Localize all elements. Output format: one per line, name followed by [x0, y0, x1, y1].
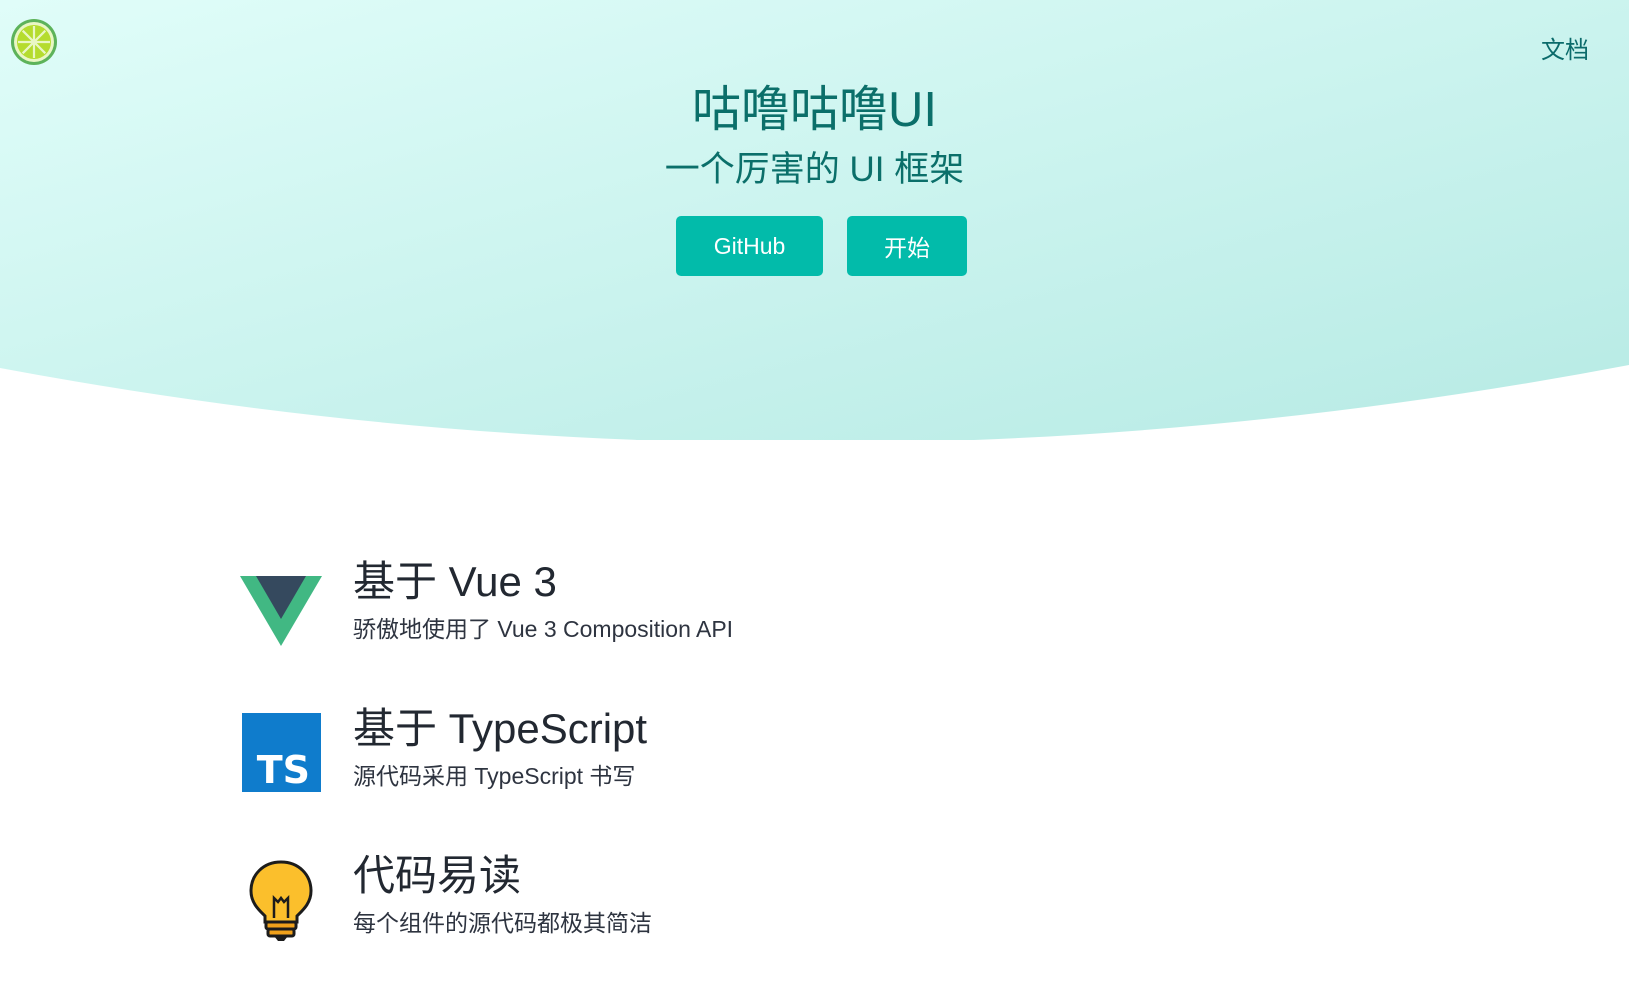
hero-actions: GitHub 开始	[0, 216, 1629, 276]
start-button[interactable]: 开始	[847, 216, 967, 276]
features-list: 基于 Vue 3 骄傲地使用了 Vue 3 Composition API TS…	[238, 552, 1138, 993]
lightbulb-icon	[238, 856, 324, 942]
hero-section: 咕噜咕噜UI 一个厉害的 UI 框架 GitHub 开始	[0, 78, 1629, 276]
feature-item-vue: 基于 Vue 3 骄傲地使用了 Vue 3 Composition API	[238, 552, 1138, 699]
github-button[interactable]: GitHub	[676, 216, 823, 276]
feature-text: 代码易读 每个组件的源代码都极其简洁	[353, 846, 652, 940]
feature-title: 基于 Vue 3	[353, 558, 557, 605]
top-nav: 文档	[0, 0, 1629, 100]
docs-link[interactable]: 文档	[1541, 30, 1589, 65]
svg-text:TS: TS	[257, 748, 310, 792]
lime-slice-icon[interactable]	[10, 18, 58, 66]
feature-item-readable: 代码易读 每个组件的源代码都极其简洁	[238, 846, 1138, 993]
feature-description: 每个组件的源代码都极其简洁	[353, 910, 652, 936]
feature-text: 基于 Vue 3 骄傲地使用了 Vue 3 Composition API	[353, 552, 733, 646]
feature-item-typescript: TS 基于 TypeScript 源代码采用 TypeScript 书写	[238, 699, 1138, 846]
vue-logo-icon	[238, 562, 324, 648]
feature-title: 基于 TypeScript	[353, 705, 648, 752]
feature-text: 基于 TypeScript 源代码采用 TypeScript 书写	[353, 699, 647, 793]
feature-title: 代码易读	[353, 852, 522, 899]
feature-description: 源代码采用 TypeScript 书写	[353, 763, 636, 789]
typescript-logo-icon: TS	[238, 709, 324, 795]
feature-description: 骄傲地使用了 Vue 3 Composition API	[353, 616, 734, 642]
hero-subtitle: 一个厉害的 UI 框架	[664, 150, 965, 189]
